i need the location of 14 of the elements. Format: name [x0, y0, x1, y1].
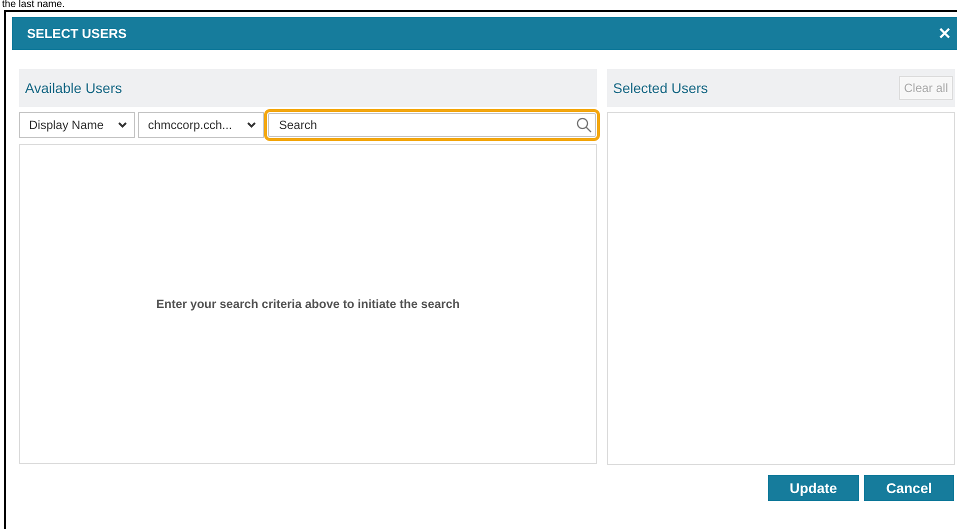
update-button[interactable]: Update	[768, 475, 860, 501]
filter-dropdown[interactable]: chmccorp.cch...	[138, 112, 264, 138]
filter-dropdown[interactable]: Display Name	[19, 112, 135, 138]
search-field[interactable]: Search	[264, 109, 600, 141]
caption-text: the last name.	[1, 0, 66, 10]
empty-message: Enter your search criteria above to initiate the search	[156, 297, 460, 311]
panel-title: Available Users	[25, 80, 122, 96]
search-icon	[576, 117, 592, 133]
caret-icon	[247, 122, 256, 128]
panel-title: Selected Users	[613, 80, 708, 96]
caret-icon	[118, 122, 127, 128]
close-button[interactable]: ✕	[938, 24, 951, 44]
dialog-title: SELECT USERS	[27, 26, 127, 41]
cancel-button[interactable]: Cancel	[864, 475, 954, 501]
